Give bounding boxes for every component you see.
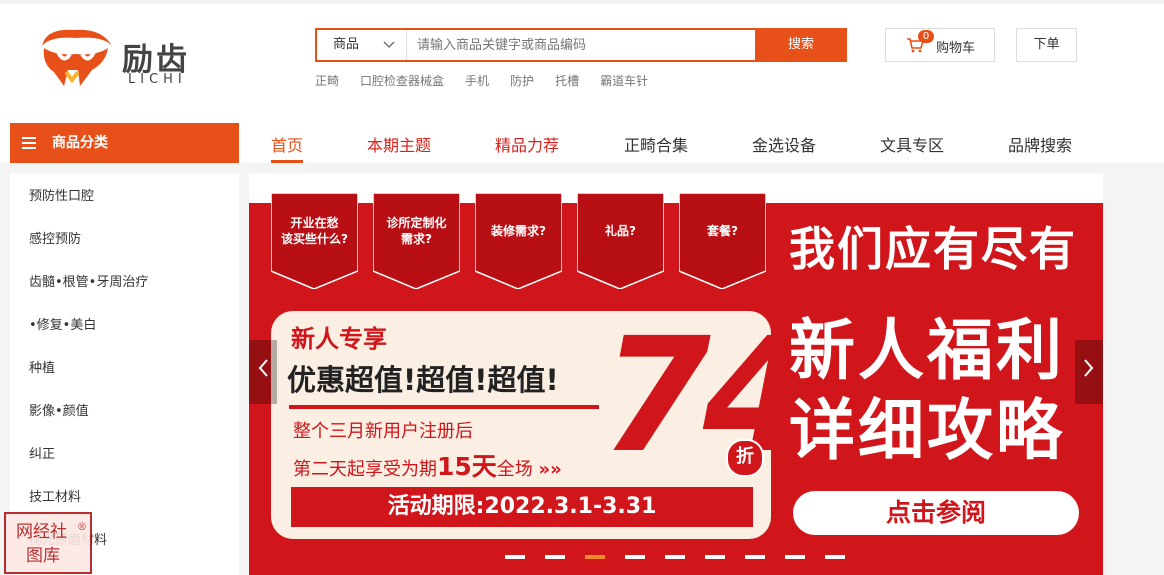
card-line1: 整个三月新用户注册后	[293, 421, 473, 442]
hot-keyword[interactable]: 手机	[465, 72, 489, 89]
sidebar-item[interactable]: •修复•美白	[29, 314, 96, 333]
tab-orthodontics[interactable]: 正畸合集	[624, 132, 688, 156]
watermark-stamp: 网经社 图库 ®	[4, 512, 92, 574]
newcomer-card: 新人专享 优惠超值!超值!超值! 整个三月新用户注册后 第二天起享受为期15天全…	[271, 311, 813, 539]
hot-keyword[interactable]: 正畸	[315, 72, 339, 89]
discount-number: 74	[601, 304, 813, 488]
banner-headline: 我们应有尽有	[789, 222, 1077, 276]
sidebar-item[interactable]: 纠正	[29, 443, 55, 462]
cart-button[interactable]: 0 购物车	[885, 28, 995, 62]
card-line2-post: 全场	[496, 459, 533, 480]
watermark-line2: 图库	[26, 546, 60, 566]
double-chevron-icon: »»	[538, 459, 562, 480]
sidebar-item[interactable]: 齿髓•根管•牙周治疗	[29, 271, 148, 290]
sidebar-item[interactable]: 感控预防	[29, 228, 81, 247]
search-category-label: 商品	[333, 37, 360, 52]
sidebar-item[interactable]: 种植	[29, 357, 55, 376]
banner-flag-text: 开业在愁 该买些什么?	[281, 216, 348, 246]
search-bar: 商品 搜索	[315, 28, 847, 62]
banner-big-text-1: 新人福利	[789, 312, 1065, 389]
search-input[interactable]	[409, 30, 755, 60]
card-line2-days: 15天	[437, 452, 497, 481]
banner-flag-text: 诊所定制化 需求?	[386, 216, 447, 246]
card-line2-pre: 第二天起享受为期	[293, 459, 437, 480]
carousel-dot[interactable]	[745, 555, 765, 559]
category-menu-label: 商品分类	[52, 135, 108, 151]
menu-icon	[22, 137, 36, 149]
category-menu-button[interactable]: 商品分类	[10, 123, 239, 163]
chevron-left-icon	[258, 359, 268, 377]
hot-keyword[interactable]: 口腔检查器械盒	[360, 72, 444, 89]
promo-banner[interactable]: 开业在愁 该买些什么? 诊所定制化 需求? 装修需求? 礼品? 套餐? 我们应有…	[249, 173, 1103, 575]
chevron-right-icon	[1084, 359, 1094, 377]
sidebar-item[interactable]: 技工材料	[29, 486, 81, 505]
banner-flag-text: 装修需求?	[491, 224, 546, 238]
card-slogan: 优惠超值!超值!超值!	[287, 363, 559, 397]
view-details-button[interactable]: 点击参阅	[793, 491, 1079, 535]
tab-brand-search[interactable]: 品牌搜索	[1008, 132, 1072, 156]
carousel-dot[interactable]	[625, 555, 645, 559]
tab-stationery[interactable]: 文具专区	[880, 132, 944, 156]
tab-equipment[interactable]: 金选设备	[752, 132, 816, 156]
hot-keywords: 正畸 口腔检查器械盒 手机 防护 托槽 霸道车针	[315, 72, 669, 89]
card-divider	[289, 405, 599, 409]
card-title: 新人专享	[291, 325, 387, 353]
carousel-dot[interactable]	[545, 555, 565, 559]
hot-keyword[interactable]: 防护	[510, 72, 534, 89]
top-divider	[0, 0, 1164, 4]
cart-count-badge: 0	[918, 30, 934, 43]
banner-prev-arrow[interactable]	[249, 340, 277, 404]
carousel-dot[interactable]	[825, 555, 845, 559]
tab-recommend[interactable]: 精品力荐	[495, 132, 559, 156]
carousel-dot[interactable]	[665, 555, 685, 559]
carousel-dot[interactable]	[585, 555, 605, 559]
banner-next-arrow[interactable]	[1075, 340, 1103, 404]
banner-flag: 开业在愁 该买些什么?	[270, 192, 359, 290]
carousel-dot[interactable]	[705, 555, 725, 559]
banner-flag: 诊所定制化 需求?	[372, 192, 461, 290]
chevron-down-icon	[383, 41, 395, 48]
watermark-mark: ®	[77, 522, 87, 533]
hot-keyword[interactable]: 托槽	[555, 72, 579, 89]
promo-period: 活动期限:2022.3.1-3.31	[291, 487, 753, 527]
tooth-logo-icon	[42, 29, 112, 86]
cart-label: 购物车	[936, 41, 976, 56]
sidebar-item[interactable]: 影像•颜值	[29, 400, 89, 419]
banner-flag: 礼品?	[576, 192, 665, 290]
banner-big-text-2: 详细攻略	[789, 392, 1065, 469]
sidebar-item[interactable]: 预防性口腔	[29, 185, 94, 204]
logo[interactable]: 励齿 LICHI	[36, 24, 206, 94]
logo-text-en: LICHI	[128, 72, 187, 87]
order-button[interactable]: 下单	[1016, 28, 1077, 62]
banner-flag: 套餐?	[678, 192, 767, 290]
tab-theme[interactable]: 本期主题	[367, 132, 431, 156]
banner-flag-text: 礼品?	[605, 224, 636, 238]
banner-flag: 装修需求?	[474, 192, 563, 290]
carousel-dot[interactable]	[505, 555, 525, 559]
search-category-select[interactable]: 商品	[317, 30, 407, 60]
card-line2: 第二天起享受为期15天全场 »»	[293, 447, 562, 483]
banner-flag-text: 套餐?	[707, 224, 738, 238]
search-button[interactable]: 搜索	[755, 28, 847, 62]
discount-unit: 折	[726, 439, 764, 477]
tab-home[interactable]: 首页	[271, 132, 303, 156]
hot-keyword[interactable]: 霸道车针	[600, 72, 648, 89]
carousel-dot[interactable]	[785, 555, 805, 559]
